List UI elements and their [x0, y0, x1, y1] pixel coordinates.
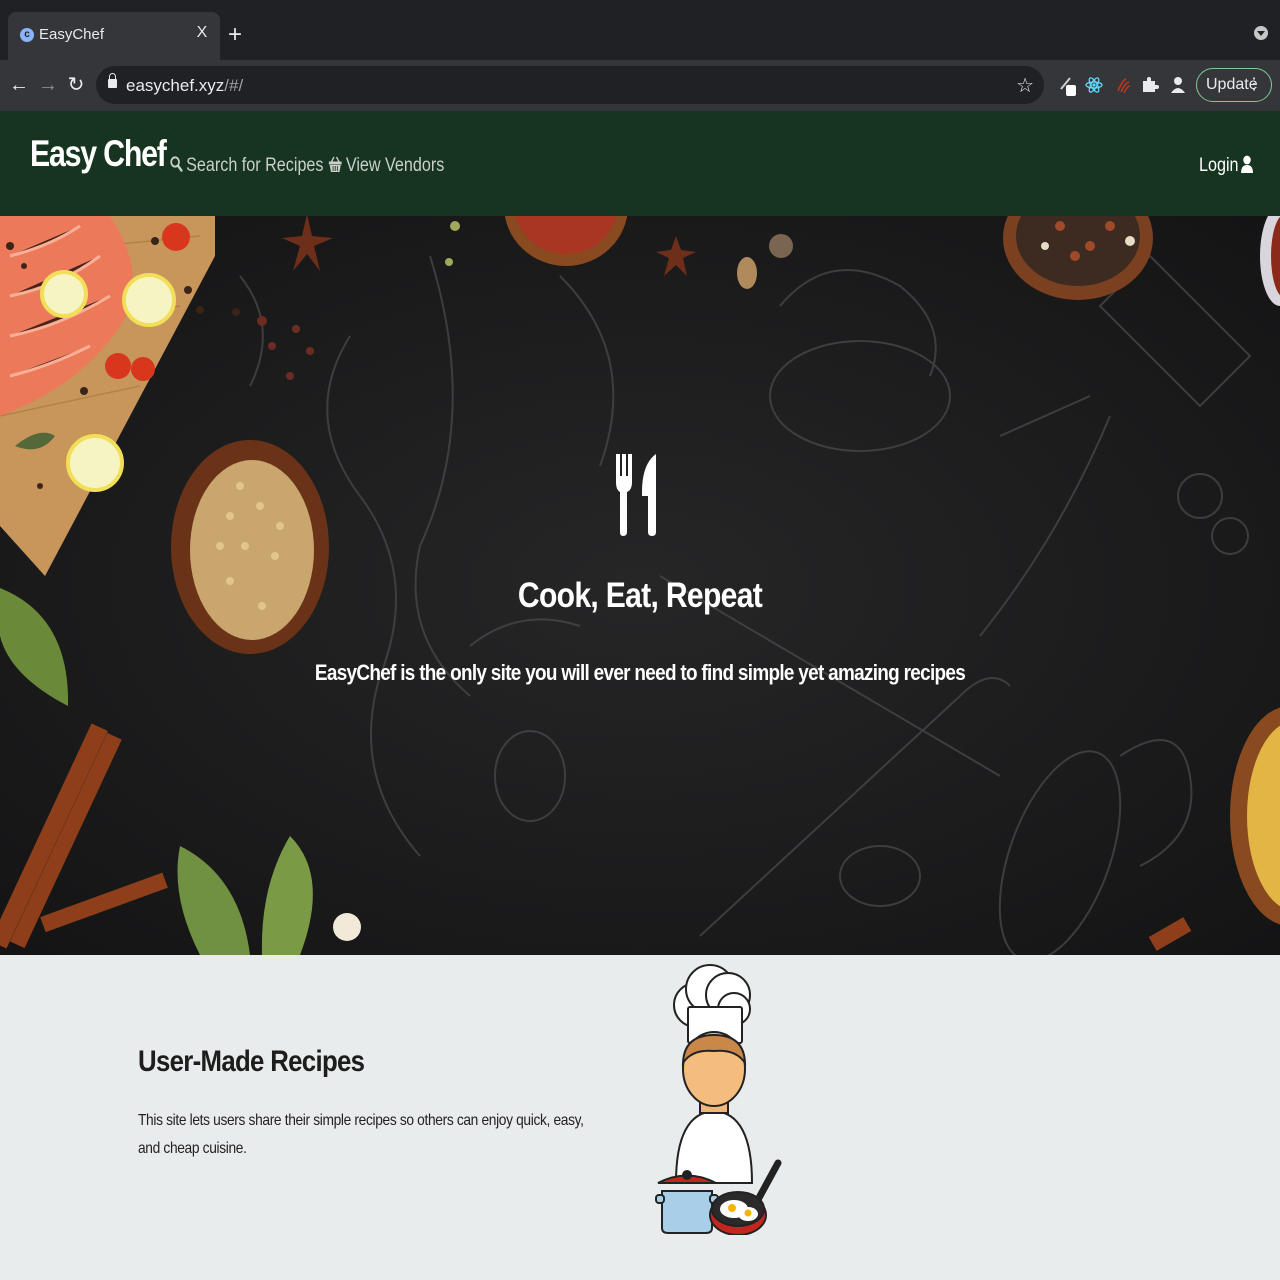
- menu-dots-icon[interactable]: ⋮: [1246, 69, 1262, 101]
- hero-section: Cook, Eat, Repeat EasyChef is the only s…: [0, 216, 1280, 955]
- back-icon[interactable]: ←: [7, 73, 31, 97]
- browser-tab[interactable]: c EasyChef X: [8, 12, 220, 60]
- profile-icon[interactable]: [1168, 75, 1188, 95]
- tab-favicon-icon: c: [20, 28, 34, 42]
- chef-illustration: [655, 964, 782, 1235]
- tab-search-icon[interactable]: [1254, 26, 1268, 40]
- browser-toolbar: ← → ↻ easychef.xyz/#/ ☆ Update ⋮: [0, 60, 1280, 111]
- pen-extension-icon[interactable]: [1058, 75, 1078, 96]
- nav-search-recipes-link[interactable]: Search for Recipes: [170, 155, 323, 177]
- feature-description: This site lets users share their simple …: [138, 1112, 584, 1157]
- basket-icon: [328, 156, 342, 172]
- tab-title: EasyChef: [39, 26, 105, 43]
- features-section: User-Made Recipes This site lets users s…: [0, 955, 1280, 1280]
- new-tab-button[interactable]: +: [228, 22, 242, 48]
- brand-logo[interactable]: Easy Chef: [30, 133, 167, 175]
- login-link[interactable]: Login: [1199, 155, 1253, 177]
- update-button[interactable]: Update ⋮: [1196, 68, 1272, 102]
- hero-subtitle: EasyChef is the only site you will ever …: [314, 660, 966, 685]
- redux-extension-icon[interactable]: [1113, 75, 1133, 95]
- bookmark-star-icon[interactable]: ☆: [1016, 73, 1034, 98]
- nav-search-label: Search for Recipes: [186, 155, 324, 176]
- search-icon: [170, 156, 183, 172]
- tab-close-icon[interactable]: X: [192, 24, 212, 42]
- browser-tabstrip: c EasyChef X +: [0, 0, 1280, 60]
- login-label: Login: [1199, 155, 1239, 176]
- nav-view-vendors-link[interactable]: View Vendors: [328, 155, 444, 177]
- hero-title: Cook, Eat, Repeat: [517, 576, 763, 615]
- url-text[interactable]: easychef.xyz/#/: [126, 76, 243, 96]
- puzzle-extensions-icon[interactable]: [1140, 75, 1160, 95]
- lock-icon[interactable]: [108, 73, 117, 88]
- forward-icon[interactable]: →: [36, 73, 60, 97]
- site-navbar: Easy Chef Search for Recipes View Vendor…: [0, 111, 1280, 216]
- reload-icon[interactable]: ↻: [64, 73, 88, 97]
- address-bar[interactable]: easychef.xyz/#/ ☆: [96, 66, 1044, 104]
- react-devtools-icon[interactable]: [1084, 75, 1104, 95]
- user-icon: [1240, 155, 1253, 173]
- utensils-icon: [616, 454, 656, 536]
- feature-title: User-Made Recipes: [138, 1045, 365, 1078]
- url-path: /#/: [224, 76, 244, 95]
- nav-vendors-label: View Vendors: [345, 155, 445, 176]
- url-host: easychef.xyz: [126, 76, 225, 95]
